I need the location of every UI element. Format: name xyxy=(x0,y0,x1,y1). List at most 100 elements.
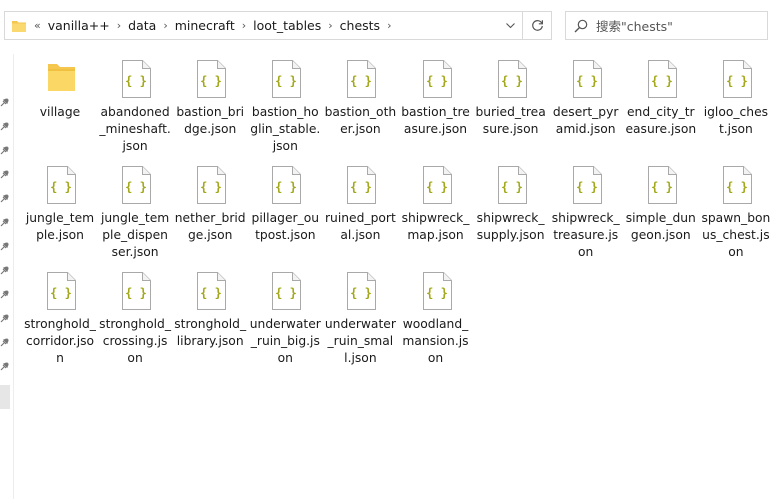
json-file-icon: { } xyxy=(347,60,377,98)
file-item[interactable]: { } spawn_bonus_chest.json xyxy=(698,162,774,264)
svg-text:{ }: { } xyxy=(275,286,297,300)
chevron-right-icon[interactable]: › xyxy=(158,19,172,32)
json-file-icon: { } xyxy=(497,60,527,98)
file-name: pillager_outpost.json xyxy=(251,211,320,242)
file-item[interactable]: { } bastion_hoglin_stable.json xyxy=(247,56,323,158)
file-item[interactable]: { } shipwreck_supply.json xyxy=(473,162,549,264)
svg-text:{ }: { } xyxy=(501,180,523,194)
file-item[interactable]: { } shipwreck_treasure.json xyxy=(548,162,624,264)
file-item[interactable]: { } jungle_temple.json xyxy=(22,162,98,264)
file-item[interactable]: { } bastion_treasure.json xyxy=(398,56,474,158)
file-item[interactable]: { } underwater_ruin_big.json xyxy=(247,268,323,370)
chevron-right-icon[interactable]: › xyxy=(382,19,396,32)
pin-icon[interactable] xyxy=(0,193,10,203)
pin-icon[interactable] xyxy=(0,121,10,131)
svg-text:{ }: { } xyxy=(50,286,72,300)
address-dropdown-button[interactable] xyxy=(498,12,522,39)
json-file-icon: { } xyxy=(647,60,677,98)
pin-icon[interactable] xyxy=(0,337,10,347)
search-box[interactable]: 搜索"chests" xyxy=(565,11,768,40)
svg-text:{ }: { } xyxy=(651,180,673,194)
breadcrumb-chests[interactable]: chests xyxy=(338,18,382,33)
breadcrumb-loot-tables[interactable]: loot_tables xyxy=(251,18,323,33)
svg-text:{ }: { } xyxy=(200,74,222,88)
json-file-icon: { } xyxy=(722,166,752,204)
svg-text:{ }: { } xyxy=(351,74,373,88)
refresh-icon xyxy=(531,20,543,31)
file-item[interactable]: { } pillager_outpost.json xyxy=(247,162,323,264)
file-item[interactable]: { } bastion_other.json xyxy=(322,56,398,158)
file-item[interactable]: { } simple_dungeon.json xyxy=(623,162,699,264)
breadcrumb-minecraft[interactable]: minecraft xyxy=(173,18,237,33)
file-name: village xyxy=(39,105,81,119)
address-bar[interactable]: « vanilla++ › data › minecraft › loot_ta… xyxy=(4,11,552,40)
file-item[interactable]: { } desert_pyramid.json xyxy=(548,56,624,158)
breadcrumb-data[interactable]: data xyxy=(126,18,158,33)
file-item[interactable]: { } igloo_chest.json xyxy=(698,56,774,158)
file-name: igloo_chest.json xyxy=(703,105,769,136)
file-name: stronghold_library.json xyxy=(174,317,247,348)
file-item[interactable]: { } nether_bridge.json xyxy=(172,162,248,264)
pin-icon[interactable] xyxy=(0,97,10,107)
pin-icon[interactable] xyxy=(0,241,10,251)
json-file-icon: { } xyxy=(422,60,452,98)
json-file-icon: { } xyxy=(122,60,152,98)
folder-icon xyxy=(9,12,29,39)
file-name: spawn_bonus_chest.json xyxy=(701,211,771,259)
file-item[interactable]: { } jungle_temple_dispenser.json xyxy=(97,162,173,264)
file-item[interactable]: { } shipwreck_map.json xyxy=(398,162,474,264)
file-item[interactable]: { } end_city_treasure.json xyxy=(623,56,699,158)
pane-divider[interactable] xyxy=(13,54,14,499)
svg-text:{ }: { } xyxy=(426,286,448,300)
pin-icon[interactable] xyxy=(0,265,10,275)
json-file-icon: { } xyxy=(272,272,302,310)
file-name: desert_pyramid.json xyxy=(552,105,619,136)
search-icon xyxy=(566,12,596,39)
json-file-icon: { } xyxy=(422,272,452,310)
chevron-right-icon[interactable]: › xyxy=(323,19,337,32)
pin-icon[interactable] xyxy=(0,289,10,299)
pin-icon[interactable] xyxy=(0,145,10,155)
refresh-button[interactable] xyxy=(522,12,551,39)
navigation-scrollbar-thumb[interactable] xyxy=(0,385,10,409)
json-file-icon: { } xyxy=(422,166,452,204)
file-item[interactable]: { } ruined_portal.json xyxy=(322,162,398,264)
file-name: underwater_ruin_small.json xyxy=(324,317,396,365)
file-name: buried_treasure.json xyxy=(475,105,546,136)
file-name: bastion_hoglin_stable.json xyxy=(250,105,321,153)
file-item[interactable]: { } stronghold_library.json xyxy=(172,268,248,370)
pin-icon[interactable] xyxy=(0,217,10,227)
json-file-icon: { } xyxy=(647,166,677,204)
file-name: shipwreck_treasure.json xyxy=(551,211,620,259)
chevron-right-icon[interactable]: › xyxy=(237,19,251,32)
file-name: bastion_treasure.json xyxy=(401,105,470,136)
json-file-icon: { } xyxy=(47,272,76,310)
svg-text:{ }: { } xyxy=(426,180,448,194)
svg-text:{ }: { } xyxy=(426,74,448,88)
breadcrumb-vanilla[interactable]: vanilla++ xyxy=(46,18,112,33)
file-name: jungle_temple_dispenser.json xyxy=(100,211,170,259)
file-name: end_city_treasure.json xyxy=(625,105,697,136)
file-item[interactable]: { } stronghold_crossing.json xyxy=(97,268,173,370)
breadcrumb-overflow[interactable]: « xyxy=(29,19,46,32)
file-item[interactable]: { } abandoned_mineshaft.json xyxy=(97,56,173,158)
search-input[interactable]: 搜索"chests" xyxy=(596,16,673,35)
file-name: simple_dungeon.json xyxy=(625,211,696,242)
pin-icon[interactable] xyxy=(0,361,10,371)
svg-text:{ }: { } xyxy=(576,74,598,88)
file-item[interactable]: { } underwater_ruin_small.json xyxy=(322,268,398,370)
file-item[interactable]: { } buried_treasure.json xyxy=(473,56,549,158)
folder-item[interactable]: village xyxy=(22,56,98,158)
json-file-icon: { } xyxy=(122,272,152,310)
json-file-icon: { } xyxy=(197,272,227,310)
json-file-icon: { } xyxy=(197,166,227,204)
file-item[interactable]: { } woodland_mansion.json xyxy=(398,268,474,370)
svg-text:{ }: { } xyxy=(50,180,72,194)
file-item[interactable]: { } bastion_bridge.json xyxy=(172,56,248,158)
pin-icon[interactable] xyxy=(0,313,10,323)
file-name: jungle_temple.json xyxy=(25,211,95,242)
json-file-icon: { } xyxy=(347,166,377,204)
chevron-right-icon[interactable]: › xyxy=(112,19,126,32)
pin-icon[interactable] xyxy=(0,169,10,179)
file-item[interactable]: { } stronghold_corridor.json xyxy=(22,268,98,370)
